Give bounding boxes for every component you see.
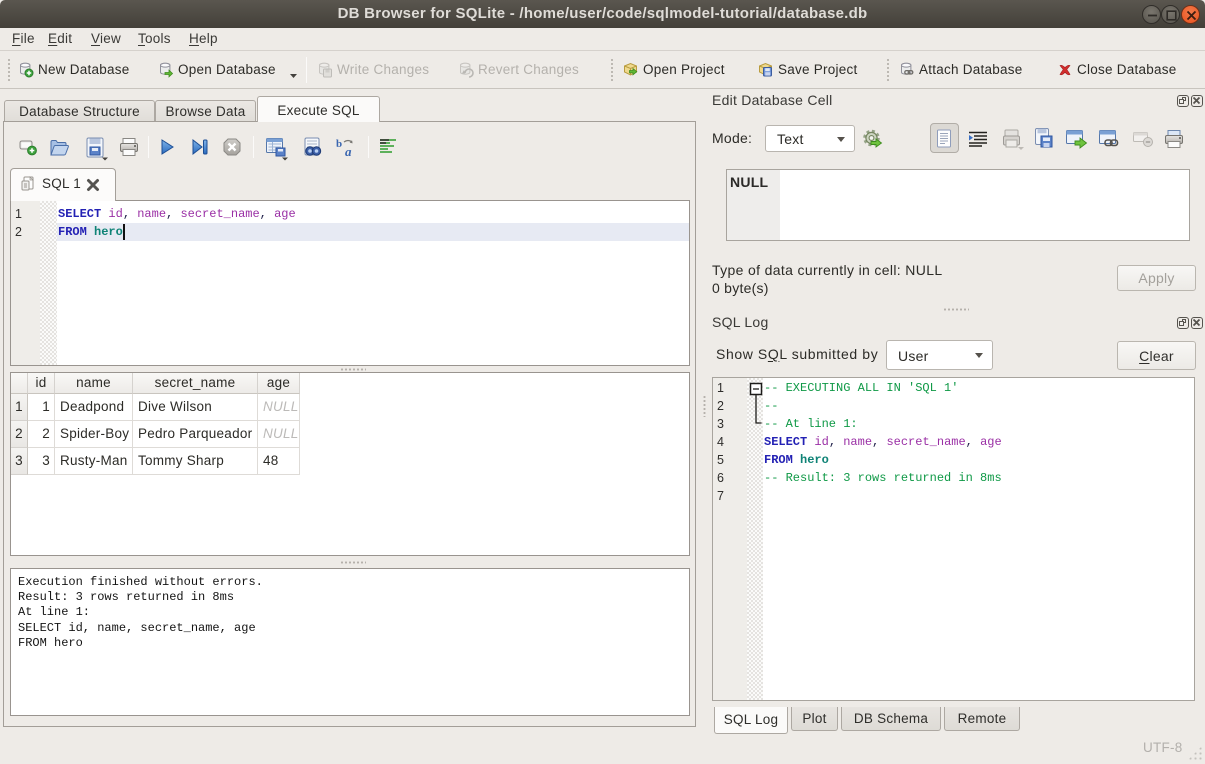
svg-text:b: b [336, 138, 342, 150]
svg-text:a: a [345, 144, 352, 159]
